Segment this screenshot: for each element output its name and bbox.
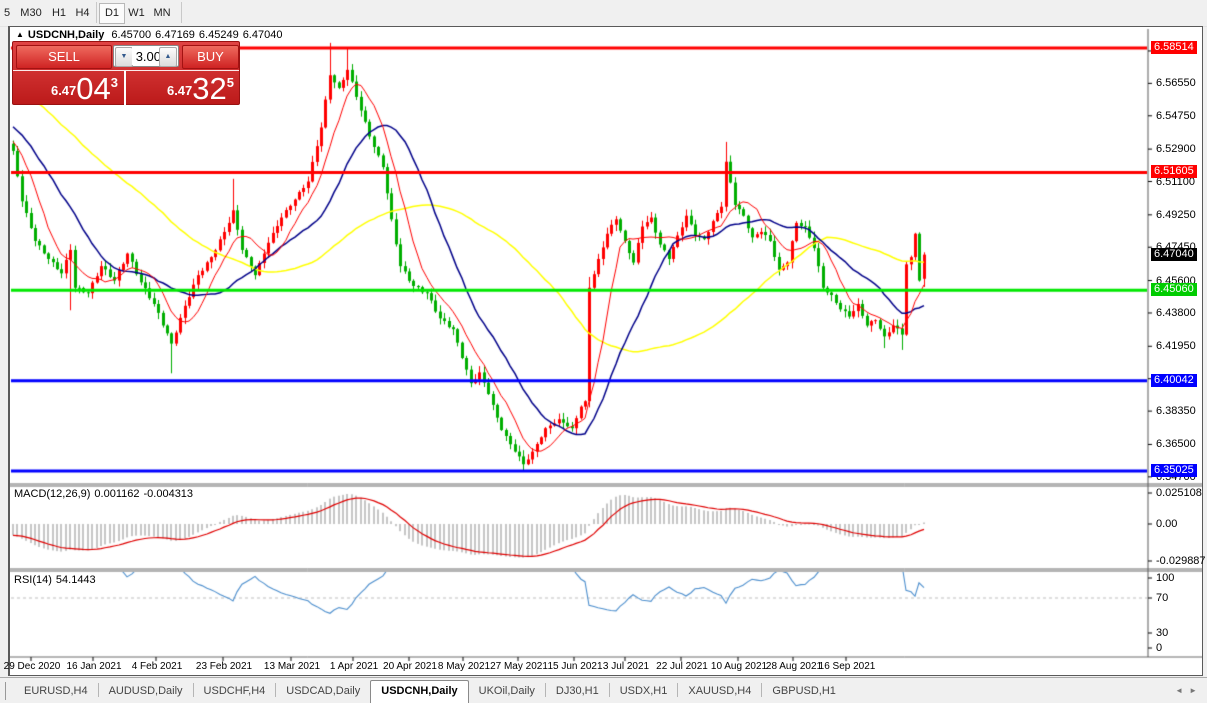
volume-box: ▼ ▲: [113, 45, 179, 67]
chart-window: ▲USDCNH,Daily 6.457006.471696.452496.470…: [8, 26, 1203, 676]
sell-price[interactable]: 6.47043: [13, 71, 124, 106]
timeframe-button-w1[interactable]: W1: [124, 3, 149, 24]
price-line-label: 6.40042: [1151, 374, 1197, 387]
date-axis-label: 13 Mar 2021: [262, 661, 322, 672]
date-axis-label: 8 May 2021: [434, 661, 494, 672]
buy-price[interactable]: 6.47325: [126, 71, 240, 106]
price-tick-label: 6.54750: [1156, 111, 1196, 122]
macd-axis-label: -0.029887: [1156, 556, 1206, 567]
ohlc-close: 6.47040: [243, 29, 283, 41]
macd-indicator-label: MACD(12,26,9) 0.001162 -0.004313: [14, 488, 197, 500]
timeframe-button-m30[interactable]: M30: [14, 3, 48, 24]
tab-gbpusd-h1[interactable]: GBPUSD,H1: [762, 681, 846, 701]
toolbar-separator-0: [96, 2, 97, 23]
date-axis-label: 22 Jul 2021: [652, 661, 712, 672]
app-stage: 5M30H1H4D1W1MN ▲USDCNH,Daily 6.457006.47…: [0, 0, 1207, 703]
price-line-label: 6.51605: [1151, 165, 1197, 178]
chart-title: ▲ USDCNH,Daily 6.45700 6.47169 6.45249 6.470…: [16, 29, 286, 41]
sell-button[interactable]: SELL: [16, 45, 112, 69]
price-line-label: 6.47040: [1151, 248, 1197, 261]
timeframe-button-h4[interactable]: H4: [70, 3, 95, 24]
volume-decrease-icon[interactable]: ▼: [115, 47, 133, 67]
date-axis-label: 16 Jan 2021: [64, 661, 124, 672]
sell-price-big: 04: [76, 71, 110, 106]
macd-main-value: 0.001162: [94, 488, 139, 500]
ohlc-high: 6.47169: [155, 29, 195, 41]
macd-name: MACD(12,26,9): [14, 488, 90, 500]
buy-button[interactable]: BUY: [182, 45, 239, 69]
tab-usdx-h1[interactable]: USDX,H1: [610, 681, 678, 701]
macd-axis-label: 0.025108: [1156, 488, 1202, 499]
tab-scroll-arrows[interactable]: ◄►: [1175, 686, 1203, 695]
chart-tab-bar: EURUSD,H4AUDUSD,DailyUSDCHF,H4USDCAD,Dai…: [0, 677, 1207, 703]
price-line-label: 6.45060: [1151, 283, 1197, 296]
price-tick-label: 6.52900: [1156, 144, 1196, 155]
rsi-indicator-label: RSI(14) 54.1443: [14, 574, 100, 586]
volume-input[interactable]: [132, 47, 161, 65]
buy-price-small: 6.47: [167, 83, 192, 98]
price-tick-label: 6.38350: [1156, 406, 1196, 417]
timeframe-toolbar: 5M30H1H4D1W1MN: [0, 0, 1207, 27]
tab-usdchf-h4[interactable]: USDCHF,H4: [194, 681, 276, 701]
timeframe-button-h1[interactable]: H1: [47, 3, 71, 24]
date-axis-label: 16 Sep 2021: [817, 661, 877, 672]
tab-stub: [0, 682, 6, 700]
tab-xauusd-h4[interactable]: XAUUSD,H4: [678, 681, 761, 701]
toolbar-separator-1: [181, 2, 182, 23]
collapse-chart-icon[interactable]: ▲: [16, 30, 24, 39]
date-axis-label: 4 Feb 2021: [127, 661, 187, 672]
timeframe-button-mn[interactable]: MN: [148, 3, 176, 24]
one-click-trade-panel: SELL ▼ ▲ BUY 6.47043 6.47325: [12, 41, 240, 105]
price-tick-label: 6.36500: [1156, 439, 1196, 450]
ohlc-open: 6.45700: [111, 29, 151, 41]
price-tick-label: 6.43800: [1156, 308, 1196, 319]
price-tick-label: 6.41950: [1156, 341, 1196, 352]
rsi-axis-label: 0: [1156, 643, 1162, 654]
rsi-axis-label: 70: [1156, 593, 1168, 604]
buy-price-sup: 5: [227, 75, 234, 90]
sell-price-sup: 3: [111, 75, 118, 90]
timeframe-button-5[interactable]: 5: [0, 3, 14, 24]
rsi-name: RSI(14): [14, 574, 52, 586]
buy-price-big: 32: [192, 71, 226, 106]
rsi-axis-label: 100: [1156, 573, 1174, 584]
price-line-label: 6.35025: [1151, 464, 1197, 477]
date-axis-label: 27 May 2021: [489, 661, 549, 672]
price-chart-canvas[interactable]: [10, 27, 1202, 674]
date-axis-label: 1 Apr 2021: [324, 661, 384, 672]
price-line-label: 6.58514: [1151, 41, 1197, 54]
date-axis-label: 20 Apr 2021: [380, 661, 440, 672]
chart-symbol: USDCNH,Daily: [28, 29, 104, 41]
date-axis-label: 3 Jul 2021: [596, 661, 656, 672]
date-axis-label: 10 Aug 2021: [709, 661, 769, 672]
tab-ukoil-daily[interactable]: UKOil,Daily: [469, 681, 545, 701]
rsi-axis-label: 30: [1156, 628, 1168, 639]
date-axis-label: 29 Dec 2020: [2, 661, 62, 672]
macd-axis-label: 0.00: [1156, 519, 1177, 530]
ohlc-low: 6.45249: [199, 29, 239, 41]
price-tick-label: 6.56550: [1156, 78, 1196, 89]
tab-eurusd-h4[interactable]: EURUSD,H4: [14, 681, 98, 701]
sell-price-small: 6.47: [51, 83, 76, 98]
tab-usdcad-daily[interactable]: USDCAD,Daily: [276, 681, 370, 701]
tab-audusd-daily[interactable]: AUDUSD,Daily: [99, 681, 193, 701]
timeframe-button-d1[interactable]: D1: [99, 3, 125, 24]
date-axis-label: 28 Aug 2021: [764, 661, 824, 672]
trade-panel-top-row: SELL ▼ ▲ BUY: [13, 42, 239, 71]
tab-usdcnh-daily[interactable]: USDCNH,Daily: [370, 680, 468, 703]
rsi-value: 54.1443: [56, 574, 96, 586]
macd-signal-value: -0.004313: [144, 488, 194, 500]
date-axis-label: 23 Feb 2021: [194, 661, 254, 672]
price-tick-label: 6.49250: [1156, 210, 1196, 221]
tab-dj30-h1[interactable]: DJ30,H1: [546, 681, 609, 701]
volume-increase-icon[interactable]: ▲: [159, 47, 177, 67]
